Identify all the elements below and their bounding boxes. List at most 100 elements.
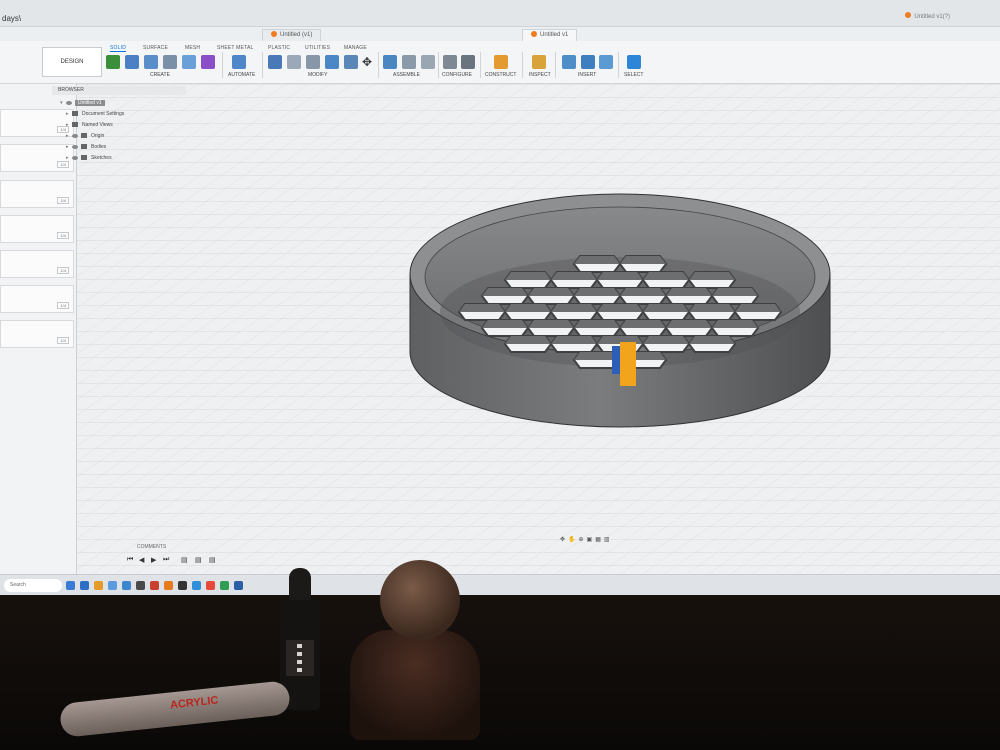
chevron-right-icon[interactable]: ▸ [66, 143, 72, 152]
timeline-back-button[interactable]: ◀ [139, 556, 144, 564]
file-explorer-icon[interactable] [94, 581, 103, 590]
fusion-app-icon[interactable] [164, 581, 173, 590]
honeycomb-cell-wall [689, 272, 735, 280]
chevron-right-icon[interactable]: ▸ [66, 154, 72, 163]
group-automate[interactable]: AUTOMATE [228, 72, 255, 78]
group-configure[interactable]: CONFIGURE [442, 72, 472, 78]
visibility-icon[interactable] [72, 155, 78, 160]
hole-icon[interactable] [163, 55, 177, 69]
app-icon[interactable] [192, 581, 201, 590]
panel-row[interactable]: 1/4 [0, 215, 74, 243]
workspace-switcher[interactable]: DESIGN [42, 47, 102, 77]
timeline-feature-icon[interactable]: ▤ [181, 556, 188, 564]
insert-mesh-icon[interactable] [581, 55, 595, 69]
insert-derive-icon[interactable] [562, 55, 576, 69]
panel-row[interactable]: 1/4 [0, 250, 74, 278]
browser-item-document-settings[interactable]: ▸ Document Settings [66, 110, 124, 119]
tab-sheet-metal[interactable]: SHEET METAL [217, 45, 253, 51]
panel-row[interactable]: 1/4 [0, 180, 74, 208]
group-modify[interactable]: MODIFY [308, 72, 327, 78]
tab-plastic[interactable]: PLASTIC [268, 45, 290, 51]
select-icon[interactable] [627, 55, 641, 69]
browser-item-named-views[interactable]: ▸ Named Views [66, 121, 113, 130]
insert-canvas-icon[interactable] [599, 55, 613, 69]
browser-icon[interactable] [80, 581, 89, 590]
group-construct[interactable]: CONSTRUCT [485, 72, 516, 78]
as-built-joint-icon[interactable] [421, 55, 435, 69]
app-icon[interactable] [150, 581, 159, 590]
timeline-start-button[interactable]: ⏮ [127, 556, 133, 564]
visibility-icon[interactable] [72, 133, 78, 138]
display-settings-icon[interactable]: ▦ [595, 537, 604, 543]
tab-utilities[interactable]: UTILITIES [305, 45, 330, 51]
orbit-icon[interactable]: ✥ [560, 537, 568, 543]
document-tab-2[interactable]: Untitled v1 [522, 29, 578, 41]
move-icon[interactable]: ✥ [360, 55, 374, 69]
group-assemble[interactable]: ASSEMBLE [393, 72, 420, 78]
shell-icon[interactable] [325, 55, 339, 69]
browser-item-origin[interactable]: ▸ Origin [66, 132, 104, 141]
table-icon[interactable] [461, 55, 475, 69]
honeycomb-cell-wall [666, 288, 712, 296]
timeline-play-button[interactable]: ▶ [151, 556, 156, 564]
browser-header[interactable]: BROWSER [52, 86, 186, 95]
measure-icon[interactable] [532, 55, 546, 69]
revolve-icon[interactable] [144, 55, 158, 69]
timeline-feature-icon[interactable]: ▤ [209, 556, 216, 564]
form-icon[interactable] [201, 55, 215, 69]
group-inspect[interactable]: INSPECT [529, 72, 551, 78]
construct-plane-icon[interactable] [494, 55, 508, 69]
app-icon[interactable] [136, 581, 145, 590]
honeycomb-cell-wall [666, 320, 712, 328]
combine-icon[interactable] [344, 55, 358, 69]
toolbar-ribbon: DESIGN SOLID SURFACE MESH SHEET METAL PL… [0, 41, 1000, 84]
new-component-icon[interactable] [383, 55, 397, 69]
zoom-icon[interactable]: ⊕ [579, 537, 587, 543]
fillet-icon[interactable] [287, 55, 301, 69]
app-icon[interactable] [178, 581, 187, 590]
configure-icon[interactable] [443, 55, 457, 69]
tab-manage[interactable]: MANAGE [344, 45, 367, 51]
automate-icon[interactable] [232, 55, 246, 69]
panel-row[interactable]: 1/4 [0, 320, 74, 348]
browser-item-sketches[interactable]: ▸ Sketches [66, 154, 112, 163]
browser-item-bodies[interactable]: ▸ Bodies [66, 143, 106, 152]
group-select[interactable]: SELECT [624, 72, 643, 78]
app-icon[interactable] [220, 581, 229, 590]
pan-icon[interactable]: ✋ [568, 537, 578, 543]
create-sketch-icon[interactable] [106, 55, 120, 69]
tab-surface[interactable]: SURFACE [143, 45, 168, 51]
divider [262, 52, 263, 78]
chevron-down-icon[interactable]: ▾ [60, 99, 66, 108]
honeycomb-cell-wall [712, 288, 758, 296]
timeline-end-button[interactable]: ⏭ [163, 556, 169, 564]
fit-icon[interactable]: ▣ [587, 537, 596, 543]
browser-root[interactable]: ▾ Untitled v1 [60, 99, 105, 108]
group-insert[interactable]: INSERT [578, 72, 596, 78]
visibility-icon[interactable] [72, 144, 78, 149]
tab-solid[interactable]: SOLID [110, 45, 127, 52]
chamfer-icon[interactable] [306, 55, 320, 69]
timeline-feature-icon[interactable]: ▤ [195, 556, 202, 564]
app-icon[interactable] [234, 581, 243, 590]
joint-icon[interactable] [402, 55, 416, 69]
honeycomb-cell-wall [620, 288, 666, 296]
store-icon[interactable] [108, 581, 117, 590]
panel-row[interactable]: 1/4 [0, 285, 74, 313]
visibility-icon[interactable] [66, 100, 72, 105]
task-view-icon[interactable] [66, 581, 75, 590]
extrude-icon[interactable] [125, 55, 139, 69]
pattern-icon[interactable] [182, 55, 196, 69]
grid-settings-icon[interactable]: ▥ [604, 537, 613, 543]
document-tab-1[interactable]: Untitled (v1) [262, 29, 322, 41]
comments-label[interactable]: COMMENTS [137, 544, 166, 550]
honeycomb-bowl-model[interactable] [409, 193, 831, 428]
app-icon[interactable] [206, 581, 215, 590]
taskbar-search[interactable]: Search [4, 579, 62, 592]
press-pull-icon[interactable] [268, 55, 282, 69]
tab-mesh[interactable]: MESH [185, 45, 200, 51]
group-create[interactable]: CREATE [150, 72, 170, 78]
app-icon[interactable] [122, 581, 131, 590]
honeycomb-cell-wall [620, 320, 666, 328]
chevron-right-icon[interactable]: ▸ [66, 132, 72, 141]
